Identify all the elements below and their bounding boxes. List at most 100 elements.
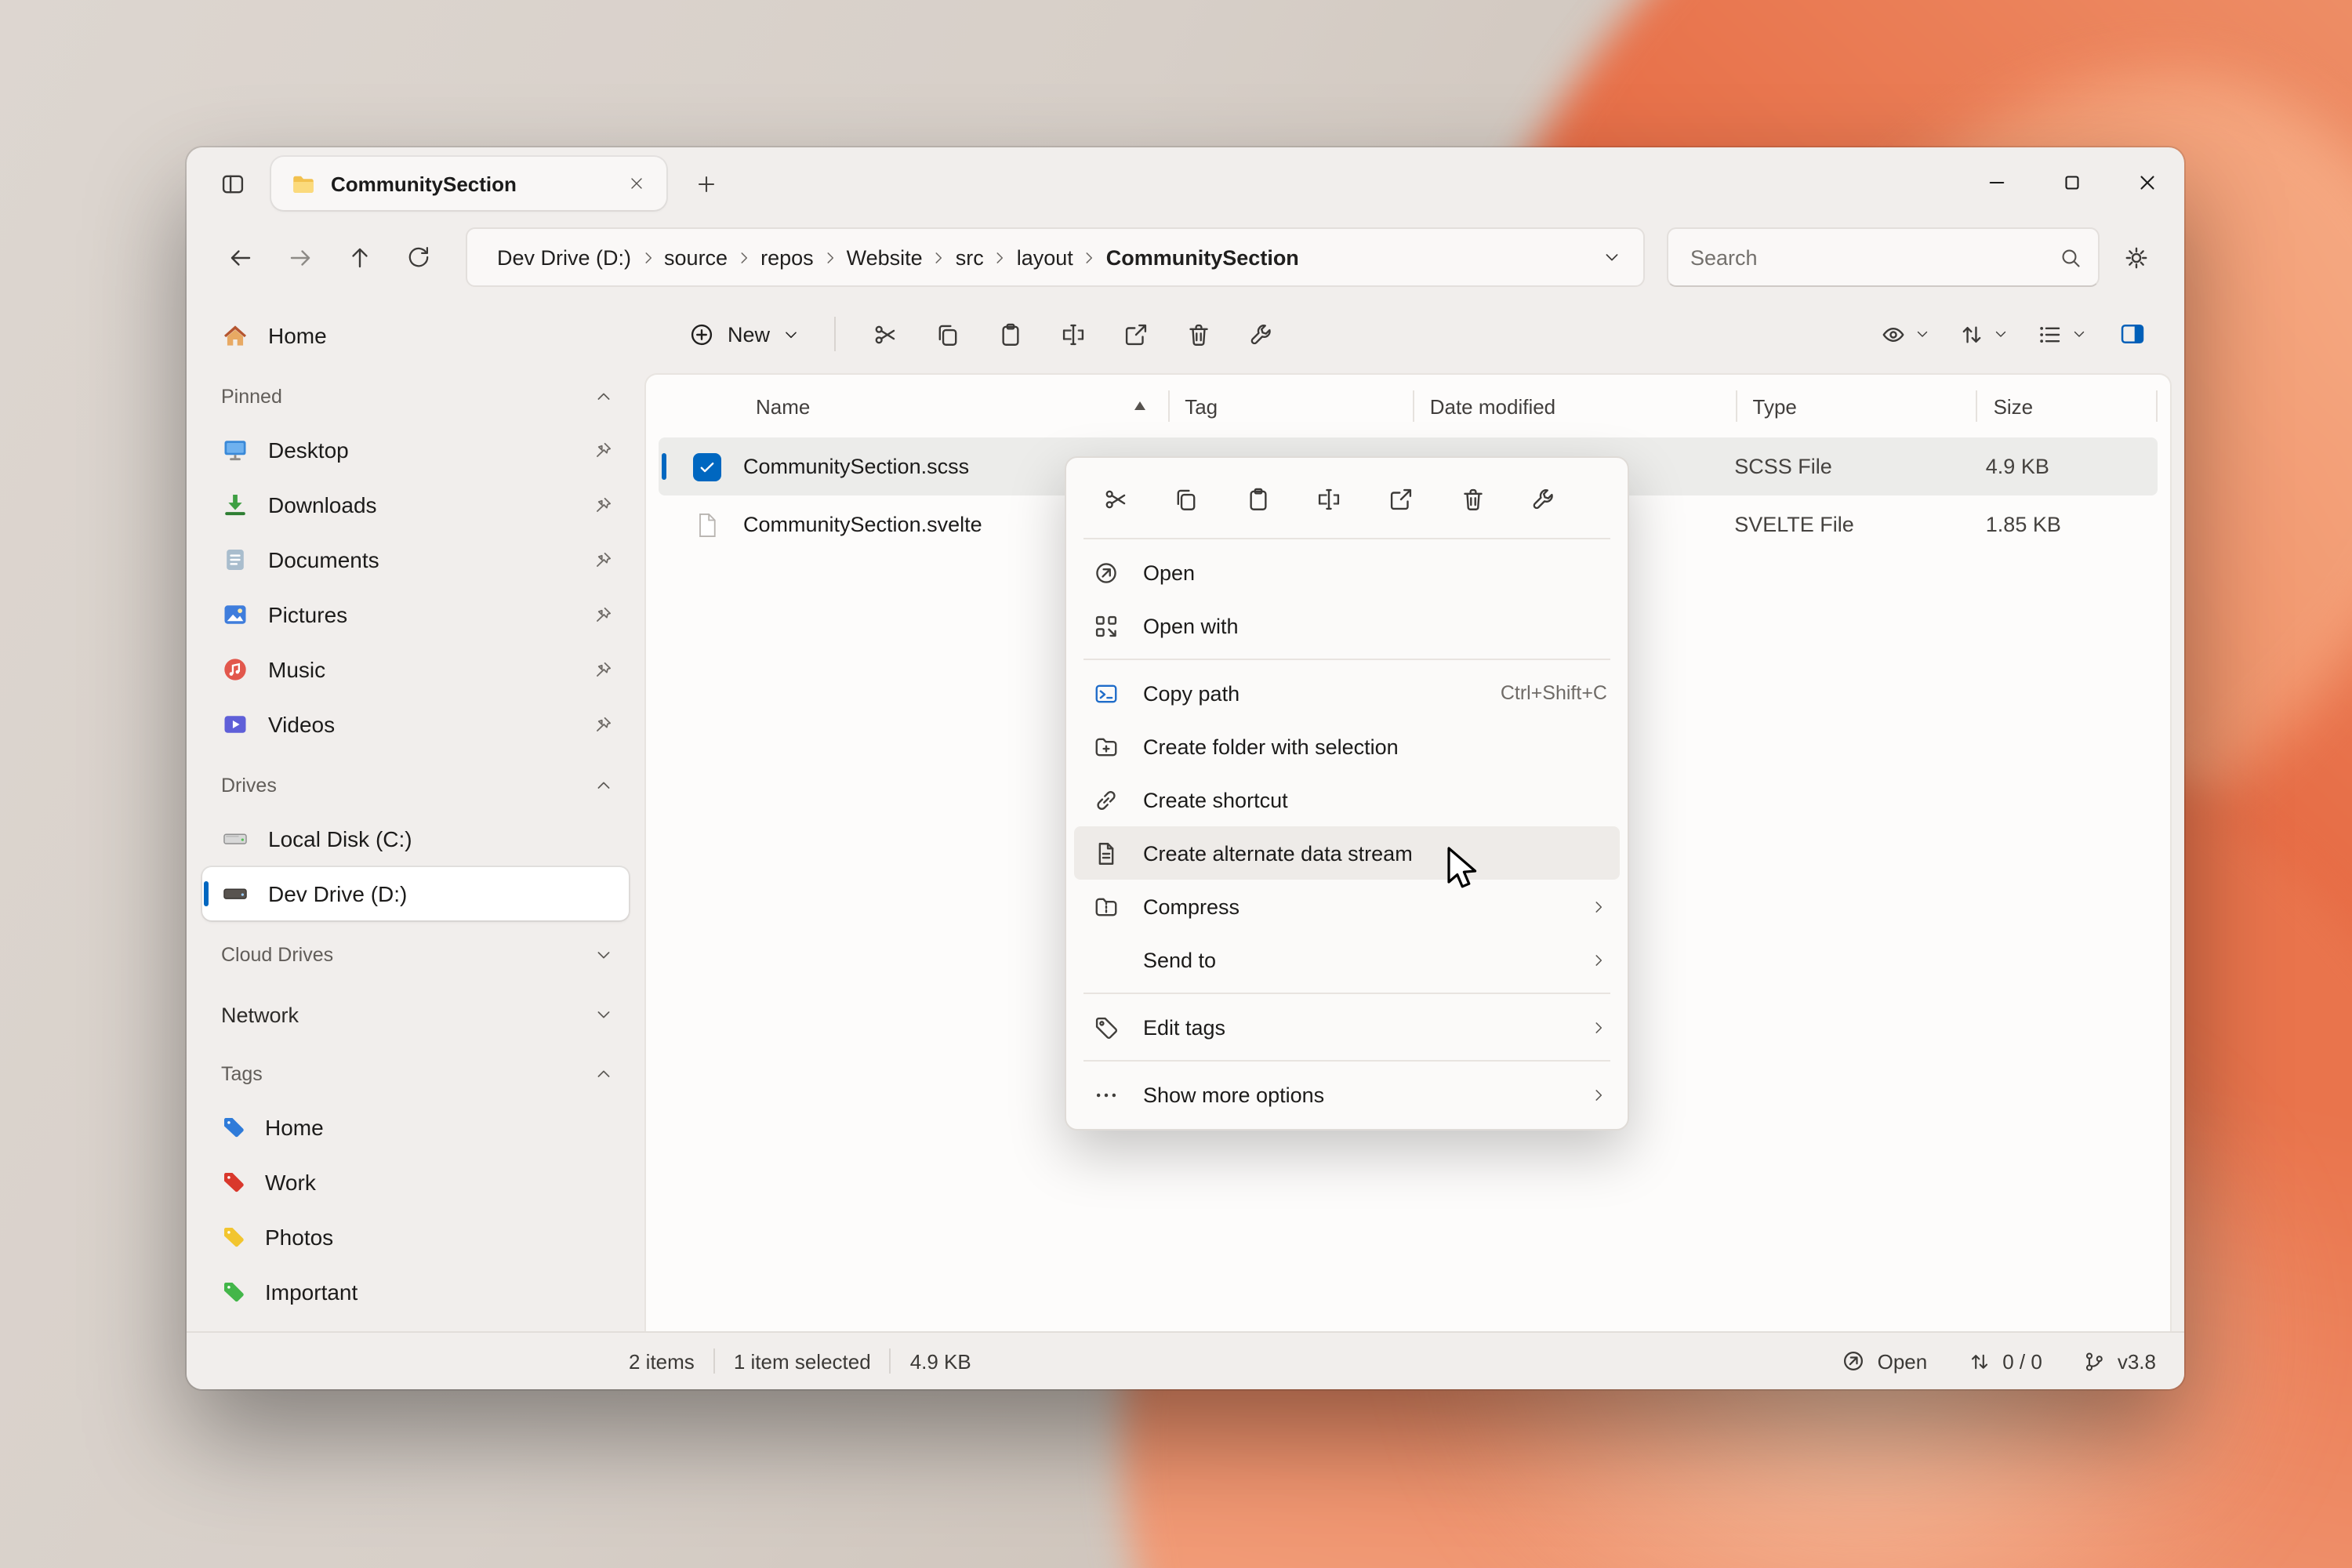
preview-pane-toggle-button[interactable]	[2103, 307, 2162, 361]
breadcrumb-item[interactable]: src	[948, 241, 992, 274]
status-open-button[interactable]: Open	[1842, 1348, 1928, 1374]
chevron-right-icon	[1081, 249, 1098, 266]
sort-button[interactable]	[1946, 307, 2021, 361]
paste-button[interactable]	[980, 307, 1040, 361]
close-button[interactable]	[2109, 147, 2184, 216]
sidebar-tag-work[interactable]: Work	[202, 1156, 629, 1209]
sidebar-item-home[interactable]: Home	[202, 309, 629, 362]
context-menu-item-create-alternate-data-stream[interactable]: Create alternate data stream	[1074, 826, 1620, 880]
status-open-label: Open	[1878, 1349, 1928, 1373]
view-options-button[interactable]	[1867, 307, 1943, 361]
context-menu-item-create-folder-with-selection[interactable]: Create folder with selection	[1074, 720, 1620, 773]
context-menu-item-create-shortcut[interactable]: Create shortcut	[1074, 773, 1620, 826]
menu-item-label: Create alternate data stream	[1143, 841, 1413, 865]
share-button[interactable]	[1105, 307, 1165, 361]
properties-icon[interactable]	[1519, 474, 1570, 524]
maximize-button[interactable]	[2034, 147, 2109, 216]
sidebar-tag-home[interactable]: Home	[202, 1101, 629, 1154]
paste-icon[interactable]	[1233, 474, 1283, 524]
row-checkbox[interactable]	[693, 452, 721, 481]
context-menu-item-open[interactable]: Open	[1074, 546, 1620, 599]
sidebar-tag-important[interactable]: Important	[202, 1265, 629, 1319]
layout-button[interactable]	[2024, 307, 2100, 361]
sidebar-item-music[interactable]: Music	[202, 643, 629, 696]
git-ahead-behind-icon	[1968, 1349, 1991, 1373]
context-menu-item-edit-tags[interactable]: Edit tags	[1074, 1000, 1620, 1054]
context-menu-item-send-to[interactable]: Send to	[1074, 933, 1620, 986]
sidebar-section-network[interactable]: Network	[202, 989, 629, 1040]
column-header-type[interactable]: Type	[1737, 375, 1978, 437]
sidebar-item-label: Pictures	[268, 602, 574, 627]
pin-icon[interactable]	[593, 495, 613, 515]
share-icon[interactable]	[1376, 474, 1426, 524]
sidebar-item-documents[interactable]: Documents	[202, 533, 629, 586]
breadcrumb-item[interactable]: layout	[1009, 241, 1081, 274]
copy-icon[interactable]	[1161, 474, 1211, 524]
section-label: Network	[221, 1003, 299, 1026]
tab-close-icon[interactable]	[619, 166, 654, 201]
breadcrumb-item[interactable]: Dev Drive (D:)	[489, 241, 639, 274]
settings-gear-button[interactable]	[2109, 230, 2162, 284]
plus-circle-icon	[688, 321, 715, 347]
status-version[interactable]: v3.8	[2083, 1349, 2156, 1373]
breadcrumb-item[interactable]: repos	[753, 241, 822, 274]
sidebar-item-downloads[interactable]: Downloads	[202, 478, 629, 532]
view-options-icon	[1880, 321, 1907, 347]
sidebar-item-desktop[interactable]: Desktop	[202, 423, 629, 477]
delete-button[interactable]	[1168, 307, 1228, 361]
properties-button[interactable]	[1231, 307, 1290, 361]
rename-icon[interactable]	[1305, 474, 1355, 524]
refresh-button[interactable]	[394, 232, 444, 282]
forward-button[interactable]	[274, 232, 325, 282]
pin-icon[interactable]	[593, 714, 613, 735]
copy-button[interactable]	[917, 307, 977, 361]
sidebar-section-pinned[interactable]: Pinned	[202, 372, 629, 422]
sidebar-item-label: Important	[265, 1279, 613, 1305]
pin-icon[interactable]	[593, 550, 613, 570]
sidebar-item-local-disk-c[interactable]: Local Disk (C:)	[202, 812, 629, 866]
file-size: 4.9 KB	[1986, 455, 2049, 478]
desktop-icon	[221, 436, 249, 464]
column-header-size[interactable]: Size	[1978, 375, 2158, 437]
tab-list-button[interactable]	[209, 160, 256, 207]
section-label: Drives	[221, 775, 277, 797]
section-label: Tags	[221, 1063, 263, 1085]
column-header-name[interactable]: Name	[659, 375, 1169, 437]
cut-button[interactable]	[855, 307, 914, 361]
search-input[interactable]	[1687, 244, 2046, 270]
pin-icon[interactable]	[593, 440, 613, 460]
tag-icon	[221, 1225, 246, 1250]
delete-icon[interactable]	[1448, 474, 1498, 524]
new-tab-button[interactable]	[682, 160, 729, 207]
sidebar-section-drives[interactable]: Drives	[202, 760, 629, 811]
pin-icon[interactable]	[593, 659, 613, 680]
status-git-sync[interactable]: 0 / 0	[1968, 1349, 2042, 1373]
address-dropdown-button[interactable]	[1590, 235, 1634, 279]
back-button[interactable]	[215, 232, 265, 282]
sidebar-item-dev-drive-d[interactable]: Dev Drive (D:)	[202, 867, 629, 920]
new-button[interactable]: New	[673, 307, 815, 361]
breadcrumb-item-current[interactable]: CommunitySection	[1098, 241, 1307, 274]
minimize-button[interactable]	[1958, 147, 2034, 216]
chevron-up-icon	[594, 1065, 613, 1083]
context-menu-item-open-with[interactable]: Open with	[1074, 599, 1620, 652]
sidebar-item-videos[interactable]: Videos	[202, 698, 629, 751]
sidebar-section-tags[interactable]: Tags	[202, 1049, 629, 1099]
sidebar-item-pictures[interactable]: Pictures	[202, 588, 629, 641]
pin-icon[interactable]	[593, 604, 613, 625]
rename-button[interactable]	[1043, 307, 1102, 361]
mouse-cursor	[1446, 847, 1486, 894]
up-button[interactable]	[334, 232, 384, 282]
column-header-tag[interactable]: Tag	[1169, 375, 1414, 437]
breadcrumb-item[interactable]: source	[656, 241, 735, 274]
context-menu-item-compress[interactable]: Compress	[1074, 880, 1620, 933]
cut-icon[interactable]	[1090, 474, 1140, 524]
context-menu-item-copy-path[interactable]: Copy path Ctrl+Shift+C	[1074, 666, 1620, 720]
column-header-date-modified[interactable]: Date modified	[1414, 375, 1737, 437]
tab-communitysection[interactable]: CommunitySection	[271, 157, 666, 210]
sidebar-section-cloud-drives[interactable]: Cloud Drives	[202, 930, 629, 980]
sidebar-tag-photos[interactable]: Photos	[202, 1210, 629, 1264]
breadcrumb-item[interactable]: Website	[839, 241, 931, 274]
status-items-count: 2 items	[629, 1349, 695, 1373]
context-menu-item-show-more-options[interactable]: Show more options	[1074, 1068, 1620, 1121]
